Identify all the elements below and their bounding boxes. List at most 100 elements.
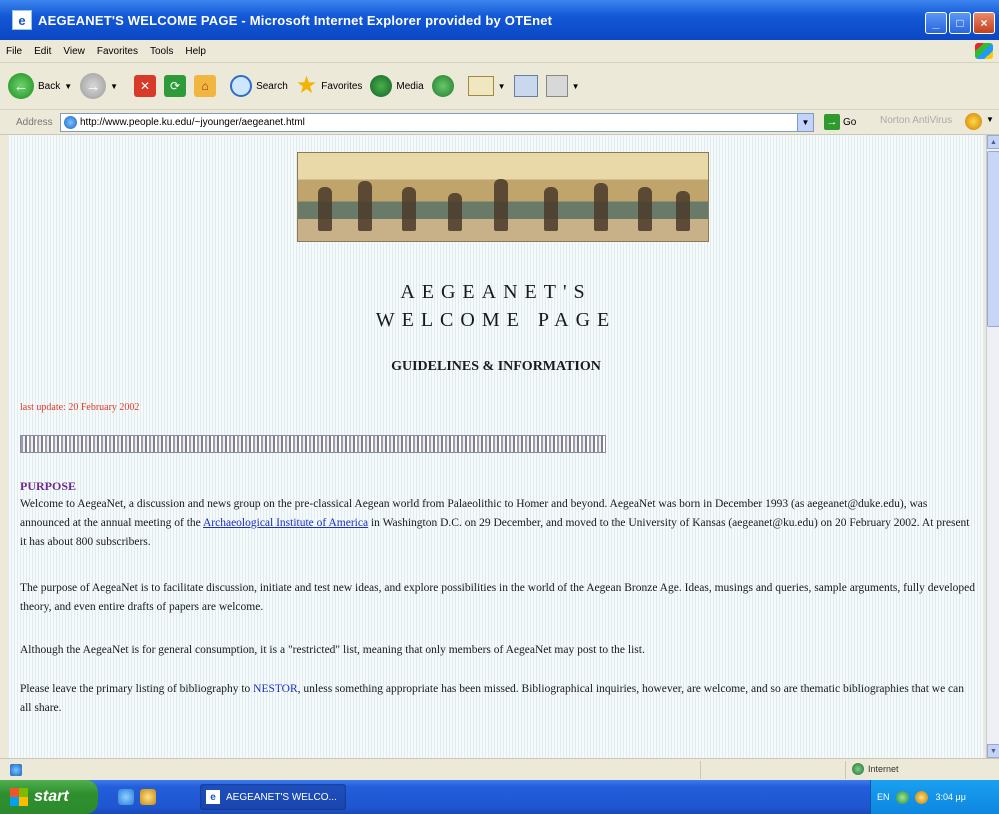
- toolbar: ← Back ▼ → ▼ ✕ ⟳ ⌂ Search ★ Favorites Me…: [0, 63, 999, 110]
- menu-file[interactable]: File: [0, 46, 28, 57]
- zone-label: Internet: [868, 764, 899, 774]
- page-content: AEGEANET'S WELCOME PAGE GUIDELINES & INF…: [8, 135, 984, 758]
- status-divider: [700, 761, 701, 779]
- forward-arrow-icon: →: [80, 73, 107, 99]
- home-button[interactable]: ⌂: [194, 75, 217, 97]
- search-label: Search: [256, 80, 288, 92]
- edit-icon: [545, 75, 568, 97]
- maximize-button[interactable]: □: [949, 12, 971, 34]
- history-button[interactable]: [431, 75, 454, 97]
- back-button[interactable]: ← Back ▼: [8, 73, 72, 99]
- fresco-figure: [318, 187, 332, 231]
- chevron-down-icon[interactable]: ▼: [797, 114, 813, 131]
- fresco-figure: [594, 183, 608, 231]
- favorites-button[interactable]: ★ Favorites: [295, 72, 363, 99]
- network-icon[interactable]: [895, 790, 909, 804]
- menu-favorites[interactable]: Favorites: [91, 46, 144, 57]
- chevron-down-icon[interactable]: ▼: [572, 82, 580, 91]
- fresco-figure: [402, 187, 416, 231]
- back-arrow-icon: ←: [8, 73, 34, 99]
- status-divider: [845, 761, 846, 779]
- norton-icon[interactable]: [965, 113, 982, 130]
- fresco-figure: [494, 179, 508, 231]
- close-button[interactable]: ×: [973, 12, 995, 34]
- minimize-button[interactable]: _: [925, 12, 947, 34]
- system-tray: EN 3:04 μμ: [870, 780, 999, 814]
- chevron-down-icon[interactable]: ▼: [64, 82, 72, 91]
- refresh-button[interactable]: ⟳: [164, 75, 187, 97]
- ie-icon: e: [12, 10, 32, 30]
- search-icon: [230, 75, 253, 97]
- chevron-down-icon[interactable]: ▼: [498, 82, 506, 91]
- page-subtitle: GUIDELINES & INFORMATION: [391, 359, 601, 374]
- edit-button[interactable]: ▼: [545, 75, 580, 97]
- address-url[interactable]: http://www.people.ku.edu/~jyounger/aegea…: [80, 117, 305, 128]
- scroll-thumb[interactable]: [987, 151, 999, 327]
- printer-icon: [513, 75, 538, 97]
- nestor-link[interactable]: NESTOR: [253, 683, 298, 695]
- stop-button[interactable]: ✕: [134, 75, 157, 97]
- media-icon: [370, 75, 393, 97]
- page-status-icon: [10, 764, 22, 776]
- globe-icon: [852, 763, 864, 775]
- internet-zone: Internet: [852, 763, 899, 775]
- purpose-paragraph-3: Although the AegeaNet is for general con…: [20, 644, 645, 656]
- taskbar-item-ie-window[interactable]: e AEGEANET'S WELCO...: [200, 784, 346, 810]
- antivirus-icon[interactable]: [914, 790, 928, 804]
- windows-logo-icon: [10, 788, 28, 806]
- print-button[interactable]: [513, 75, 538, 97]
- scroll-down-button[interactable]: ▼: [987, 744, 999, 758]
- start-button[interactable]: start: [0, 780, 98, 814]
- window-title: AEGEANET'S WELCOME PAGE - Microsoft Inte…: [38, 12, 553, 28]
- menu-help[interactable]: Help: [179, 46, 212, 57]
- purpose-paragraph-4: Please leave the primary listing of bibl…: [20, 680, 976, 718]
- fresco-figure: [358, 181, 372, 231]
- refresh-icon: ⟳: [164, 75, 187, 97]
- history-icon: [431, 75, 454, 97]
- menu-view[interactable]: View: [57, 46, 91, 57]
- windows-flag-icon: [975, 43, 993, 59]
- go-arrow-icon: →: [824, 114, 840, 130]
- search-button[interactable]: Search: [230, 75, 288, 97]
- purpose-paragraph-1: Welcome to AegeaNet, a discussion and ne…: [20, 495, 976, 552]
- aia-link[interactable]: Archaeological Institute of America: [203, 517, 368, 529]
- last-update-text: last update: 20 February 2002: [20, 402, 140, 413]
- menu-edit[interactable]: Edit: [28, 46, 57, 57]
- chevron-down-icon[interactable]: ▼: [986, 115, 994, 124]
- title-bar: e AEGEANET'S WELCOME PAGE - Microsoft In…: [0, 0, 999, 40]
- back-label: Back: [38, 80, 61, 92]
- fresco-figure: [676, 191, 690, 231]
- address-input[interactable]: http://www.people.ku.edu/~jyounger/aegea…: [60, 113, 814, 132]
- start-label: start: [34, 788, 69, 805]
- vertical-scrollbar[interactable]: ▲ ▼: [986, 135, 999, 758]
- scroll-up-button[interactable]: ▲: [987, 135, 999, 149]
- language-indicator[interactable]: EN: [877, 792, 890, 802]
- norton-label[interactable]: Norton AntiVirus: [880, 115, 952, 126]
- media-label: Media: [396, 80, 424, 92]
- fresco-figure: [448, 193, 462, 231]
- media-button[interactable]: Media: [370, 75, 424, 97]
- favorites-label: Favorites: [321, 80, 363, 92]
- purpose-paragraph-2: The purpose of AegeaNet is to facilitate…: [20, 582, 976, 613]
- quicklaunch-ie-icon[interactable]: [118, 789, 134, 805]
- mail-button[interactable]: ▼: [467, 76, 506, 96]
- chevron-down-icon[interactable]: ▼: [110, 82, 118, 91]
- paragraph-text: Please leave the primary listing of bibl…: [20, 683, 254, 695]
- go-button[interactable]: → Go: [824, 114, 856, 130]
- fresco-figure: [544, 187, 558, 231]
- taskbar: start e AEGEANET'S WELCO... EN 3:04 μμ: [0, 780, 999, 814]
- clock[interactable]: 3:04 μμ: [936, 792, 966, 802]
- home-icon: ⌂: [194, 75, 217, 97]
- purpose-heading: PURPOSE: [20, 479, 77, 493]
- fresco-figure: [638, 187, 652, 231]
- decorative-divider: [20, 435, 606, 453]
- quicklaunch-folder-icon[interactable]: [140, 789, 156, 805]
- mail-icon: [467, 76, 494, 96]
- forward-button[interactable]: → ▼: [80, 73, 118, 99]
- stop-icon: ✕: [134, 75, 157, 97]
- page-title-line1: AEGEANET'S: [400, 281, 592, 303]
- ie-icon: e: [206, 790, 220, 804]
- menu-tools[interactable]: Tools: [144, 46, 179, 57]
- star-icon: ★: [295, 72, 318, 99]
- window-controls: _ □ ×: [925, 12, 995, 34]
